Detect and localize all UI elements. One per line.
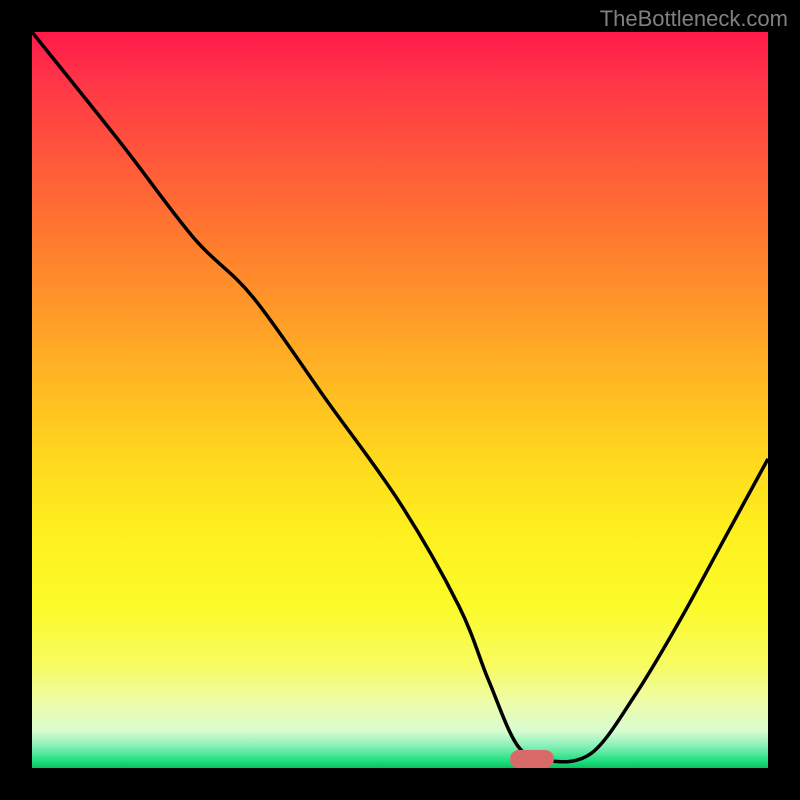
curve-path — [32, 32, 768, 762]
watermark-text: TheBottleneck.com — [600, 6, 788, 32]
bottleneck-curve — [32, 32, 768, 768]
plot-area — [32, 32, 768, 768]
optimal-marker — [510, 750, 554, 768]
